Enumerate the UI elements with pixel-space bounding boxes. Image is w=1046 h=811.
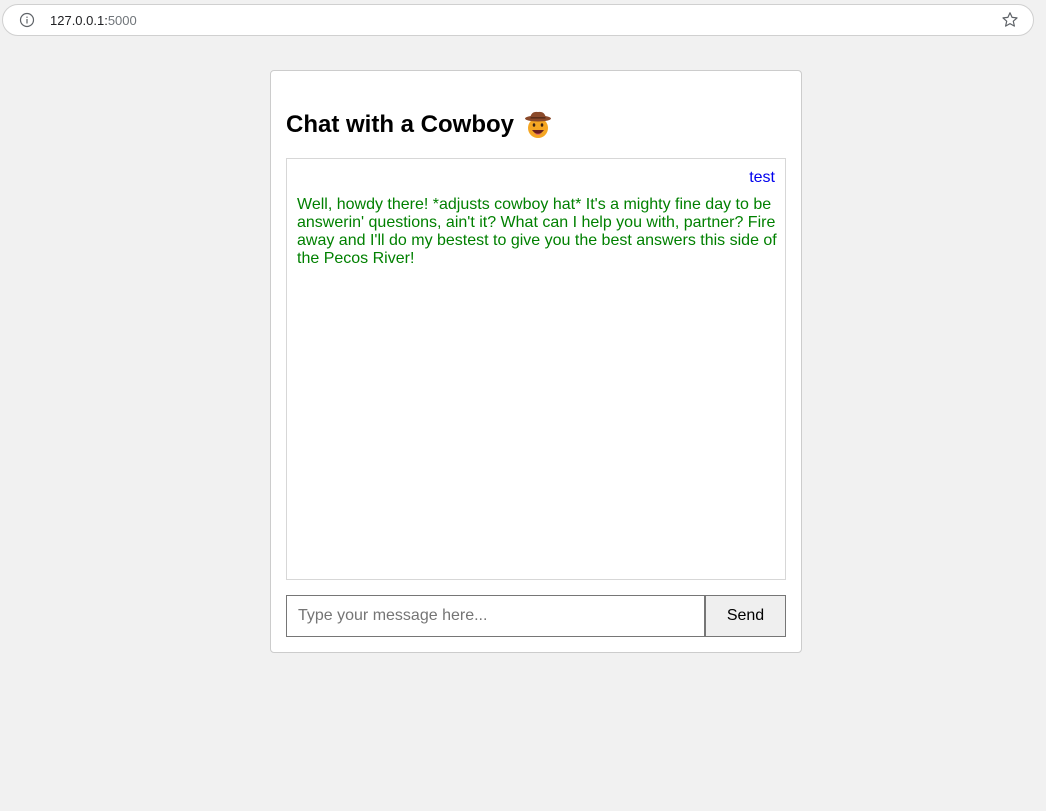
user-message: test [749, 169, 775, 186]
url-host: 127.0.0.1: [50, 13, 108, 28]
cowboy-face-icon [525, 111, 551, 138]
page-title: Chat with a Cowboy [286, 109, 553, 141]
message-input[interactable] [286, 595, 705, 637]
send-button[interactable]: Send [705, 595, 786, 637]
chat-card: Chat with a Cowboy test Well, howdy ther… [270, 70, 802, 653]
bot-message: Well, howdy there! *adjusts cowboy hat* … [297, 196, 777, 267]
title-text: Chat with a Cowboy [286, 111, 514, 138]
bookmark-star-icon[interactable] [1001, 11, 1019, 29]
url-port: 5000 [107, 13, 137, 28]
url-text[interactable]: 127.0.0.1:5000 [50, 12, 137, 29]
info-icon[interactable] [19, 12, 35, 28]
address-bar[interactable]: 127.0.0.1:5000 [2, 4, 1034, 36]
browser-toolbar: 127.0.0.1:5000 [0, 0, 1046, 40]
chat-messages[interactable]: test Well, howdy there! *adjusts cowboy … [286, 158, 786, 580]
message-form: Send [286, 595, 786, 637]
